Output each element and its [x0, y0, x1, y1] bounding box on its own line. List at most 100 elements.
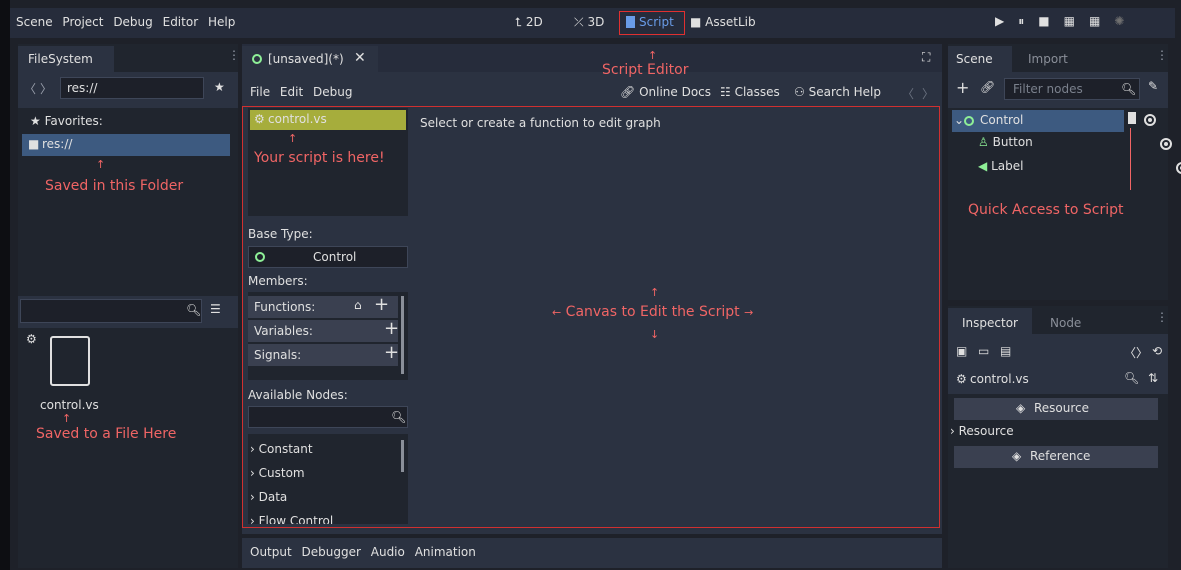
members-scrollbar[interactable] — [401, 296, 404, 374]
visibility-icon[interactable] — [1175, 162, 1181, 174]
node-category-flow-control[interactable]: › Flow Control — [250, 514, 333, 524]
nodes-scrollbar[interactable] — [401, 440, 404, 472]
tab-audio[interactable]: Audio — [371, 545, 405, 559]
annotation-canvas: ← Canvas to Edit the Script → — [552, 304, 754, 320]
classes-button[interactable]: ☷ Classes — [720, 85, 780, 99]
menu-help[interactable]: Help — [208, 15, 235, 29]
script-list-item[interactable]: ⚙ control.vs — [250, 110, 406, 130]
variables-row[interactable]: Variables: + — [248, 318, 399, 342]
path-input[interactable]: res:// — [60, 77, 204, 99]
online-docs-button[interactable]: 🔗︎ Online Docs — [620, 85, 711, 99]
instance-link-icon[interactable]: 🔗︎ — [980, 80, 995, 94]
functions-row[interactable]: Functions: ⌂ + — [248, 294, 398, 318]
file-name[interactable]: control.vs — [40, 398, 99, 412]
play-scene-icon[interactable]: ▦ — [1064, 14, 1089, 28]
tree-item-label[interactable]: ◀ Label — [978, 159, 1023, 173]
base-type-field[interactable]: Control — [248, 246, 408, 268]
play-custom-icon[interactable]: ▦ — [1089, 14, 1114, 28]
nodes-search-input[interactable]: 🔍︎ — [248, 406, 408, 428]
add-function-icon[interactable]: + — [374, 294, 389, 315]
history-back-icon[interactable]: 〈 — [902, 85, 914, 102]
add-node-icon[interactable]: + — [956, 78, 969, 97]
search-icon[interactable]: 🔍︎ — [1124, 371, 1139, 385]
annotation-arrow: ↑ — [650, 286, 660, 299]
tab-scene[interactable]: Scene — [948, 46, 1012, 72]
save-icon[interactable]: ▤ — [1000, 344, 1011, 358]
control-node-icon — [252, 54, 262, 64]
filesystem-tab[interactable]: FileSystem — [18, 46, 114, 72]
workspace-script-button[interactable]: Script — [619, 11, 685, 35]
file-list: ⚙ control.vs ↑ Saved to a File Here — [18, 328, 238, 568]
dock-menu-icon[interactable]: ⋮ — [1156, 310, 1168, 324]
2d-icon: ⮤ — [515, 15, 523, 29]
tab-animation[interactable]: Animation — [415, 545, 476, 559]
cube-icon: ◈ — [1012, 449, 1022, 463]
signals-row[interactable]: Signals: + — [248, 342, 399, 366]
play-icon[interactable]: ▶ — [995, 14, 1018, 28]
node-category-constant[interactable]: › Constant — [250, 442, 313, 456]
menu-scene[interactable]: Scene — [16, 15, 53, 29]
favorites-item[interactable]: ★ Favorites: — [30, 114, 103, 128]
forward-icon[interactable]: 〉 — [40, 80, 52, 97]
menu-edit[interactable]: Edit — [280, 85, 303, 99]
reference-header[interactable]: ◈ Reference — [954, 446, 1158, 468]
history-icon[interactable]: ⟲ — [1152, 344, 1162, 358]
open-folder-icon[interactable]: ▭ — [978, 344, 989, 358]
distraction-free-icon[interactable]: ⛶ — [922, 50, 930, 65]
menu-editor[interactable]: Editor — [163, 15, 199, 29]
tab-import[interactable]: Import — [1028, 52, 1068, 66]
workspace-2d-button[interactable]: ⮤ 2D — [515, 15, 543, 30]
close-icon[interactable]: ✕ — [354, 50, 366, 66]
res-folder-item[interactable]: ■ res:// — [22, 134, 230, 156]
dock-menu-icon[interactable]: ⋮ — [1156, 48, 1168, 62]
add-variable-icon[interactable]: + — [384, 318, 399, 339]
tree-item-button[interactable]: ♙ Button — [978, 135, 1033, 149]
button-node-icon: ♙ — [978, 135, 989, 149]
resource-header[interactable]: ◈ Resource — [954, 398, 1158, 420]
override-icon[interactable]: ⌂ — [354, 298, 362, 312]
menu-debug[interactable]: Debug — [113, 15, 152, 29]
list-view-icon[interactable]: ☰ — [210, 302, 221, 316]
history-forward-icon[interactable]: 〉 — [922, 85, 934, 102]
tab-unsaved[interactable]: [unsaved](*) ✕ — [242, 46, 378, 72]
resource-section[interactable]: › Resource — [950, 424, 1014, 438]
tab-output[interactable]: Output — [250, 545, 292, 559]
inspected-object: control.vs — [970, 372, 1029, 386]
tab-inspector[interactable]: Inspector — [948, 308, 1032, 334]
history-back-icon[interactable]: 〈 — [1124, 344, 1136, 361]
menu-file[interactable]: File — [250, 85, 270, 99]
tab-debugger[interactable]: Debugger — [302, 545, 361, 559]
node-category-custom[interactable]: › Custom — [250, 466, 305, 480]
stop-icon[interactable]: ■ — [1038, 14, 1063, 28]
node-category-data[interactable]: › Data — [250, 490, 287, 504]
workspace-assetlib-button[interactable]: ■ AssetLib — [690, 15, 756, 29]
menu-project[interactable]: Project — [62, 15, 103, 29]
attach-script-icon[interactable]: ✎ — [1148, 79, 1158, 93]
tree-item-control[interactable]: ⌄ Control — [952, 110, 1124, 132]
inspector-properties: ◈ Resource › Resource ◈ Reference — [948, 394, 1168, 568]
annotation-script-here: Your script is here! — [254, 150, 385, 166]
run-controls: ▶⏸■▦▦✺ — [995, 14, 1138, 29]
back-icon[interactable]: 〈 — [24, 80, 36, 97]
new-resource-icon[interactable]: ▣ — [956, 344, 967, 358]
script-editor: [unsaved](*) ✕ Script Editor ↑ ⛶ File Ed… — [242, 44, 942, 534]
menu-debug-script[interactable]: Debug — [313, 85, 352, 99]
history-forward-icon[interactable]: 〉 — [1136, 344, 1148, 361]
visibility-icon[interactable] — [1144, 114, 1156, 126]
tab-node[interactable]: Node — [1050, 316, 1081, 330]
script-icon[interactable] — [1128, 112, 1136, 124]
filter-nodes-input[interactable]: Filter nodes 🔍︎ — [1004, 78, 1140, 100]
dock-menu-icon[interactable]: ⋮ — [228, 48, 240, 62]
search-help-button[interactable]: ⚇ Search Help — [794, 85, 881, 99]
workspace-3d-button[interactable]: ⤫ 3D — [574, 15, 604, 30]
bottom-tabs: Output Debugger Audio Animation — [250, 545, 476, 559]
file-icon[interactable] — [50, 336, 90, 386]
visual-script-icon: ⚙ — [254, 112, 265, 126]
pause-icon[interactable]: ⏸ — [1018, 14, 1038, 28]
favorite-star-icon[interactable]: ★ — [214, 80, 225, 94]
visibility-icon[interactable] — [1159, 138, 1172, 150]
file-search-input[interactable] — [20, 299, 202, 323]
add-signal-icon[interactable]: + — [384, 342, 399, 363]
collapse-icon[interactable]: ⌄ — [954, 113, 964, 127]
object-properties-icon[interactable]: ⇅ — [1148, 371, 1158, 385]
